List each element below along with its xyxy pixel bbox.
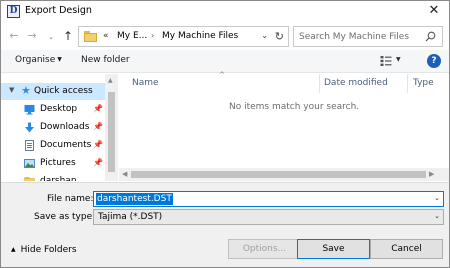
column-header-type[interactable]: Type <box>413 78 434 96</box>
column-divider[interactable] <box>407 74 408 93</box>
save-button[interactable]: Save <box>297 239 370 259</box>
documents-icon <box>25 140 34 151</box>
save-as-type-label: Save as type: <box>34 212 96 222</box>
sidebar-item-label: Documents <box>40 140 92 150</box>
cancel-button[interactable]: Cancel <box>370 239 443 259</box>
save-form: File name: darshantest.DST ⌄ Save as typ… <box>1 182 449 267</box>
sidebar-item-downloads[interactable]: Downloads 📌 <box>1 119 105 136</box>
pin-icon[interactable]: 📌 <box>93 158 103 167</box>
column-header-name[interactable]: Name <box>132 78 159 96</box>
recent-locations-chevron-icon[interactable]: ⌄ <box>44 30 58 44</box>
breadcrumb-separator-icon[interactable]: › <box>151 31 154 40</box>
desktop-icon <box>24 105 35 115</box>
scroll-left-arrow-icon[interactable]: ◀ <box>122 170 127 178</box>
sidebar-item-label: Quick access <box>34 86 93 96</box>
refresh-icon[interactable]: ↻ <box>275 30 284 43</box>
sidebar-item-documents[interactable]: Documents 📌 <box>1 137 105 154</box>
pin-icon[interactable]: 📌 <box>93 140 103 149</box>
search-icon[interactable] <box>425 31 436 42</box>
star-icon: ★ <box>21 84 31 97</box>
search-input[interactable] <box>299 30 424 43</box>
up-arrow-icon[interactable]: ↑ <box>61 29 75 43</box>
title-bar: D Export Design ✕ <box>1 1 449 22</box>
sidebar-scroll-thumb[interactable] <box>108 92 115 172</box>
pin-icon[interactable]: 📌 <box>93 122 103 131</box>
sidebar-item-desktop[interactable]: Desktop 📌 <box>1 101 105 118</box>
save-as-type-value: Tajima (*.DST) <box>98 212 163 222</box>
close-button[interactable]: ✕ <box>419 1 449 22</box>
window-title: Export Design <box>25 5 92 16</box>
app-icon: D <box>7 5 20 18</box>
navigation-pane: ▼ ★ Quick access Desktop 📌 Downloads 📌 D… <box>1 74 118 181</box>
file-name-field[interactable]: darshantest.DST ⌄ <box>93 191 444 207</box>
scroll-up-arrow-icon[interactable]: ▲ <box>108 77 113 84</box>
sidebar-item-label: Pictures <box>40 158 76 168</box>
help-icon[interactable]: ? <box>427 54 441 68</box>
save-as-type-dropdown-icon[interactable]: ⌄ <box>434 212 440 220</box>
address-bar[interactable]: « My E... › My Machine Files ⌄ ↻ <box>78 26 289 47</box>
sidebar-item-label: darshan <box>40 176 77 181</box>
sidebar-item-darshan[interactable]: darshan <box>1 173 105 181</box>
folder-icon <box>24 177 35 181</box>
folder-icon <box>84 31 97 42</box>
pictures-icon <box>24 159 35 168</box>
view-options-icon[interactable] <box>380 55 392 67</box>
hide-folders-toggle[interactable]: ▲ Hide Folders <box>11 245 77 255</box>
forward-arrow-icon[interactable]: → <box>25 29 39 43</box>
address-row: ← → ⌄ ↑ « My E... › My Machine Files ⌄ ↻ <box>1 23 449 50</box>
organise-caret-icon: ▼ <box>57 56 62 63</box>
horizontal-scrollbar[interactable]: ◀ ▶ <box>119 168 449 181</box>
options-button[interactable]: Options... <box>228 239 301 259</box>
breadcrumb-overflow[interactable]: « <box>103 31 109 41</box>
scroll-right-arrow-icon[interactable]: ▶ <box>429 170 434 178</box>
new-folder-button[interactable]: New folder <box>81 55 130 65</box>
breadcrumb-my-machine-files[interactable]: My Machine Files <box>162 31 238 41</box>
sidebar-item-pictures[interactable]: Pictures 📌 <box>1 155 105 172</box>
file-name-label: File name: <box>47 194 94 204</box>
file-name-value[interactable]: darshantest.DST <box>96 193 173 205</box>
save-as-type-select[interactable]: Tajima (*.DST) ⌄ <box>93 209 444 225</box>
expand-chevron-icon[interactable]: ▼ <box>9 86 14 94</box>
back-arrow-icon[interactable]: ← <box>7 29 21 43</box>
file-list-pane: ^ Name Date modified Type No items match… <box>119 71 449 181</box>
empty-list-message: No items match your search. <box>229 102 360 112</box>
export-design-dialog: D Export Design ✕ ← → ⌄ ↑ « My E... › My… <box>0 0 450 268</box>
pin-icon[interactable]: 📌 <box>93 104 103 113</box>
column-header-date-modified[interactable]: Date modified <box>324 78 388 96</box>
address-dropdown-icon[interactable]: ⌄ <box>261 31 268 40</box>
horizontal-scroll-thumb[interactable] <box>131 171 426 178</box>
search-box[interactable] <box>293 26 443 47</box>
organise-label: Organise <box>15 55 56 65</box>
chevron-up-icon: ▲ <box>11 246 16 253</box>
downloads-icon <box>25 122 34 133</box>
organise-button[interactable]: Organise ▼ <box>15 55 62 65</box>
toolbar: Organise ▼ New folder ▼ ? <box>1 50 449 73</box>
view-dropdown-icon[interactable]: ▼ <box>396 56 401 63</box>
sidebar-item-label: Desktop <box>40 104 78 114</box>
file-name-dropdown-icon[interactable]: ⌄ <box>434 194 440 202</box>
hide-folders-label: Hide Folders <box>20 245 77 255</box>
breadcrumb-my-e[interactable]: My E... <box>117 31 147 41</box>
sidebar-item-quick-access[interactable]: ▼ ★ Quick access <box>1 83 105 100</box>
sidebar-item-label: Downloads <box>40 122 90 132</box>
column-divider[interactable] <box>319 74 320 93</box>
sidebar-scrollbar[interactable]: ▲ <box>105 74 118 181</box>
sort-caret-icon: ^ <box>219 71 225 79</box>
